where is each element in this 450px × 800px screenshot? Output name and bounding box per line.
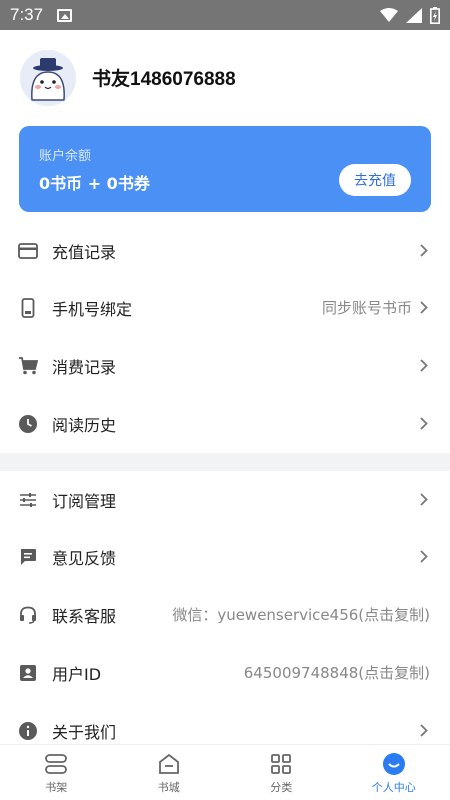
status-icons <box>380 6 440 24</box>
phone-icon <box>18 297 38 318</box>
avatar-ghost-icon <box>20 49 76 106</box>
menu-value: 645009748848(点击复制) <box>243 664 430 682</box>
clock-icon <box>18 414 38 434</box>
status-bar: 7:37 <box>0 0 450 30</box>
menu-label: 充值记录 <box>52 242 117 262</box>
menu-item-recharge-history[interactable]: 充值记录 <box>0 222 450 279</box>
id-card-icon <box>18 663 38 683</box>
battery-icon <box>430 6 440 24</box>
account-balance-card: 账户余额 0书币 + 0书券 去充值 <box>19 126 431 212</box>
status-time: 7:37 <box>10 5 44 24</box>
tab-label: 个人中心 <box>371 780 416 794</box>
menu-item-phone-binding[interactable]: 手机号绑定 同步账号书币 <box>0 279 450 336</box>
category-grid-icon <box>268 751 294 777</box>
menu-item-feedback[interactable]: 意见反馈 <box>0 528 450 585</box>
menu-label: 阅读历史 <box>52 415 117 435</box>
menu-label: 订阅管理 <box>52 491 117 511</box>
signal-icon <box>406 7 422 23</box>
chevron-right-icon <box>418 549 430 565</box>
chevron-right-icon <box>418 416 430 432</box>
chevron-right-icon <box>418 300 430 316</box>
card-icon <box>18 241 38 261</box>
info-icon <box>18 721 38 741</box>
headset-icon <box>18 605 38 625</box>
chevron-right-icon <box>418 492 430 508</box>
tab-label: 书城 <box>157 780 180 794</box>
menu-label: 关于我们 <box>52 722 117 742</box>
bookshelf-icon <box>43 751 69 777</box>
tab-bookstore[interactable]: 书城 <box>113 745 226 800</box>
tab-label: 分类 <box>270 780 293 794</box>
cart-icon <box>18 356 38 376</box>
user-nickname: 书友1486076888 <box>92 69 236 90</box>
bottom-tab-bar: 书架 书城 分类 个人中心 <box>0 744 450 800</box>
chevron-right-icon <box>418 243 430 259</box>
menu-value: 微信：yuewenservice456(点击复制) <box>172 606 430 624</box>
gallery-notification-icon <box>57 8 73 22</box>
tab-profile[interactable]: 个人中心 <box>338 745 450 800</box>
menu-item-subscription-management[interactable]: 订阅管理 <box>0 471 450 528</box>
recharge-button[interactable]: 去充值 <box>339 164 411 196</box>
tab-label: 书架 <box>45 780 68 794</box>
chevron-right-icon <box>418 358 430 374</box>
menu-label: 联系客服 <box>52 606 117 626</box>
menu-label: 消费记录 <box>52 357 117 377</box>
menu-item-customer-service[interactable]: 联系客服 微信：yuewenservice456(点击复制) <box>0 586 450 643</box>
chevron-right-icon <box>418 723 430 739</box>
bookstore-icon <box>156 751 182 777</box>
feedback-icon <box>18 547 38 567</box>
section-divider <box>0 453 450 471</box>
profile-header[interactable]: 书友1486076888 <box>0 30 450 125</box>
menu-label: 意见反馈 <box>52 548 117 568</box>
tab-bookshelf[interactable]: 书架 <box>0 745 113 800</box>
balance-label: 账户余额 <box>39 149 92 164</box>
menu-item-consumption-history[interactable]: 消费记录 <box>0 337 450 394</box>
sliders-icon <box>18 490 38 510</box>
profile-face-icon <box>381 751 407 777</box>
menu-item-user-id[interactable]: 用户ID 645009748848(点击复制) <box>0 644 450 701</box>
wifi-icon <box>380 8 398 22</box>
avatar[interactable] <box>20 49 76 106</box>
tab-category[interactable]: 分类 <box>225 745 338 800</box>
menu-label: 用户ID <box>52 664 102 684</box>
menu-label: 手机号绑定 <box>52 299 133 319</box>
balance-value: 0书币 + 0书券 <box>39 174 150 193</box>
menu-value: 同步账号书币 <box>321 299 412 317</box>
menu-item-reading-history[interactable]: 阅读历史 <box>0 395 450 452</box>
